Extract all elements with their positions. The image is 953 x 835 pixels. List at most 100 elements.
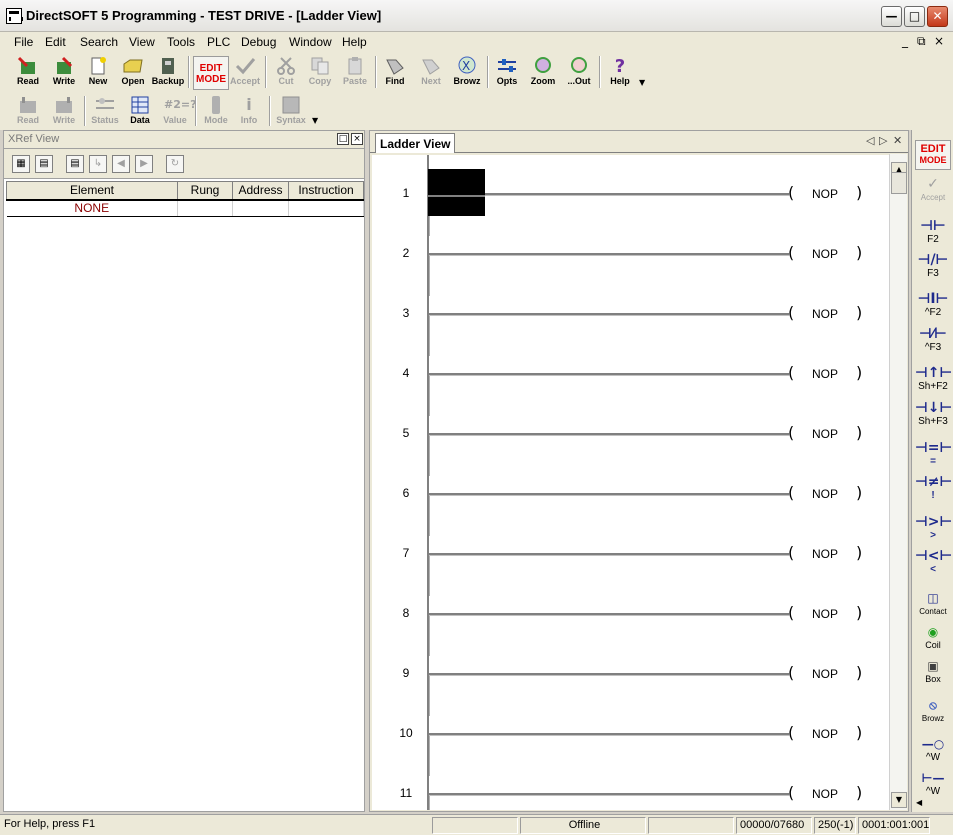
find-button[interactable]: Find bbox=[377, 56, 413, 90]
refresh-icon[interactable]: ↻ bbox=[166, 155, 184, 173]
menu-window[interactable]: Window bbox=[289, 35, 332, 49]
menu-plc[interactable]: PLC bbox=[207, 35, 230, 49]
menu-view[interactable]: View bbox=[129, 35, 155, 49]
mdi-minimize-icon[interactable]: _ bbox=[902, 34, 908, 48]
greater-compare-button[interactable]: ⊣>⊢ > bbox=[915, 514, 952, 541]
help-button[interactable]: ? Help bbox=[602, 56, 638, 90]
browz-button[interactable]: X Browz bbox=[449, 56, 485, 90]
read-plc-button[interactable]: Read bbox=[10, 95, 46, 129]
mode-button[interactable]: Mode bbox=[198, 95, 234, 129]
help-dropdown-icon[interactable]: ▼ bbox=[639, 78, 645, 87]
status-button[interactable]: Status bbox=[87, 95, 123, 129]
coil-instruction[interactable]: NOP bbox=[812, 607, 838, 621]
browse-side-button[interactable]: ⦸ Browz bbox=[915, 697, 951, 724]
backup-button[interactable]: Backup bbox=[150, 56, 186, 90]
wire-vertical-button[interactable]: ⊢— ^W bbox=[915, 770, 951, 797]
coil-instruction[interactable]: NOP bbox=[812, 547, 838, 561]
not-equal-compare-button[interactable]: ⊣≠⊢ ! bbox=[915, 474, 952, 501]
tab-scroll-left-icon[interactable]: ◁ bbox=[866, 134, 874, 147]
menu-tools[interactable]: Tools bbox=[167, 35, 195, 49]
mdi-restore-icon[interactable]: ⧉ bbox=[917, 34, 926, 49]
immediate-nc-contact-button[interactable]: ⊣⁄⊢ ^F3 bbox=[915, 326, 951, 353]
contact-button[interactable]: ◫ Contact bbox=[915, 590, 951, 617]
write-plc-button[interactable]: Write bbox=[46, 95, 82, 129]
negative-edge-contact-button[interactable]: ⊣↓⊢ Sh+F3 bbox=[915, 400, 952, 427]
info-button[interactable]: i Info bbox=[231, 95, 267, 129]
coil-instruction[interactable]: NOP bbox=[812, 667, 838, 681]
wire-button[interactable]: —○ ^W bbox=[915, 736, 951, 763]
copy-button[interactable]: Copy bbox=[302, 56, 338, 90]
rung-wire[interactable] bbox=[429, 553, 789, 556]
immediate-contact-button[interactable]: ⊣I⊢ ^F2 bbox=[915, 291, 951, 318]
column-instruction[interactable]: Instruction bbox=[288, 181, 364, 201]
syntax-dropdown-icon[interactable]: ▼ bbox=[312, 116, 318, 125]
mdi-close-icon[interactable]: × bbox=[934, 34, 944, 48]
data-button[interactable]: Data bbox=[122, 95, 158, 129]
close-button[interactable]: ✕ bbox=[927, 6, 948, 27]
list-view-icon[interactable]: ▤ bbox=[35, 155, 53, 173]
panel-close-icon[interactable]: × bbox=[351, 133, 363, 145]
cut-button[interactable]: Cut bbox=[268, 56, 304, 90]
value-button[interactable]: #2=? Value bbox=[157, 95, 196, 129]
coil-instruction[interactable]: NOP bbox=[812, 787, 838, 801]
column-element[interactable]: Element bbox=[6, 181, 178, 201]
box-button[interactable]: ▣ Box bbox=[915, 658, 951, 685]
next-button[interactable]: Next bbox=[413, 56, 449, 90]
less-compare-button[interactable]: ⊣<⊢ < bbox=[915, 548, 952, 575]
normally-open-contact-button[interactable]: ⊣⊢ F2 bbox=[915, 218, 951, 245]
accept-side-button[interactable]: ✓ Accept bbox=[915, 176, 951, 203]
toolbar-scroll-left-icon[interactable]: ◀ bbox=[916, 798, 922, 807]
syntax-button[interactable]: Syntax bbox=[273, 95, 309, 129]
menu-file[interactable]: File bbox=[14, 35, 33, 49]
app-icon[interactable] bbox=[6, 8, 23, 24]
coil-button[interactable]: ◉ Coil bbox=[915, 624, 951, 651]
edit-cursor[interactable] bbox=[428, 169, 485, 216]
menu-search[interactable]: Search bbox=[80, 35, 118, 49]
minimize-button[interactable]: — bbox=[881, 6, 902, 27]
normally-closed-contact-button[interactable]: ⊣/⊢ F3 bbox=[915, 252, 951, 279]
paste-button[interactable]: Paste bbox=[337, 56, 373, 90]
tab-close-icon[interactable]: ✕ bbox=[893, 134, 902, 147]
maximize-button[interactable]: □ bbox=[904, 6, 925, 27]
rung-wire[interactable] bbox=[429, 373, 789, 376]
coil-instruction[interactable]: NOP bbox=[812, 367, 838, 381]
read-button[interactable]: Read bbox=[10, 56, 46, 90]
tab-scroll-right-icon[interactable]: ▷ bbox=[879, 134, 887, 147]
next-icon[interactable]: ▶ bbox=[135, 155, 153, 173]
open-button[interactable]: Open bbox=[115, 56, 151, 90]
edit-mode-side-button[interactable]: EDIT MODE bbox=[915, 140, 951, 170]
accept-button[interactable]: Accept bbox=[227, 56, 263, 90]
rung-wire[interactable] bbox=[429, 493, 789, 496]
coil-instruction[interactable]: NOP bbox=[812, 427, 838, 441]
rung-wire[interactable] bbox=[429, 313, 789, 316]
opts-button[interactable]: Opts bbox=[489, 56, 525, 90]
column-rung[interactable]: Rung bbox=[177, 181, 233, 201]
goto-icon[interactable]: ↳ bbox=[89, 155, 107, 173]
coil-instruction[interactable]: NOP bbox=[812, 487, 838, 501]
equal-compare-button[interactable]: ⊣=⊢ = bbox=[915, 440, 952, 467]
rung-wire[interactable] bbox=[429, 613, 789, 616]
zoom-button[interactable]: Zoom bbox=[525, 56, 561, 90]
previous-icon[interactable]: ◀ bbox=[112, 155, 130, 173]
write-button[interactable]: Write bbox=[46, 56, 82, 90]
scroll-thumb[interactable] bbox=[891, 172, 907, 194]
print-icon[interactable]: ▤ bbox=[66, 155, 84, 173]
rung-wire[interactable] bbox=[429, 673, 789, 676]
zoom-out-button[interactable]: ...Out bbox=[561, 56, 597, 90]
coil-instruction[interactable]: NOP bbox=[812, 187, 838, 201]
table-row[interactable]: NONE bbox=[6, 199, 364, 217]
scroll-down-icon[interactable]: ▼ bbox=[891, 792, 907, 808]
pin-icon[interactable]: □ bbox=[337, 133, 349, 145]
tab-ladder-view[interactable]: Ladder View bbox=[375, 133, 456, 153]
rung-wire[interactable] bbox=[429, 733, 789, 736]
menu-help[interactable]: Help bbox=[342, 35, 367, 49]
rung-wire[interactable] bbox=[429, 253, 789, 256]
menu-edit[interactable]: Edit bbox=[45, 35, 66, 49]
positive-edge-contact-button[interactable]: ⊣↑⊢ Sh+F2 bbox=[915, 365, 952, 392]
ladder-vertical-scrollbar[interactable]: ▲ ▼ bbox=[889, 154, 907, 810]
coil-instruction[interactable]: NOP bbox=[812, 727, 838, 741]
coil-instruction[interactable]: NOP bbox=[812, 247, 838, 261]
rung-wire[interactable] bbox=[429, 793, 789, 796]
column-address[interactable]: Address bbox=[232, 181, 289, 201]
edit-mode-button[interactable]: EDIT MODE bbox=[193, 56, 229, 90]
